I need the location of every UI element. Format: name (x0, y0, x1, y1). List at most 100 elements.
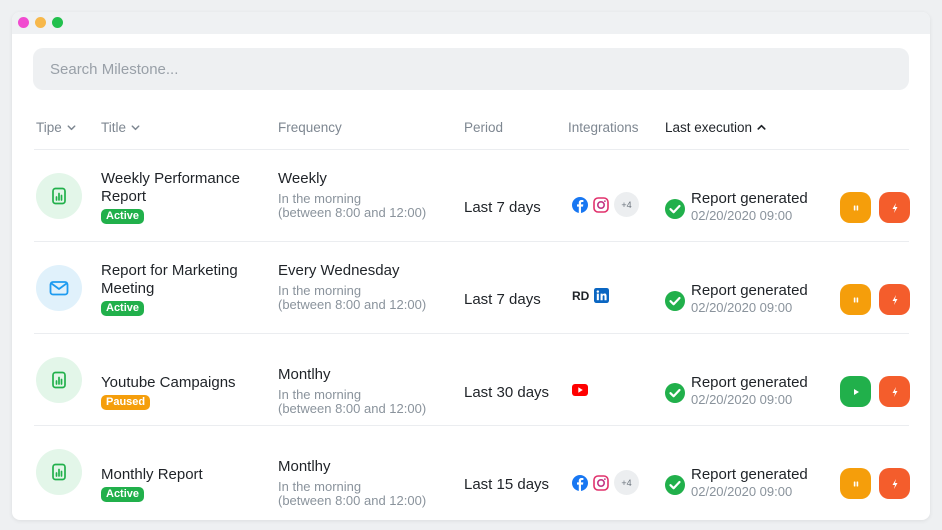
chart-document-icon (52, 463, 66, 481)
chart-document-icon (52, 187, 66, 205)
frequency-detail-line: (between 8:00 and 12:00) (278, 401, 427, 416)
lightning-icon (892, 294, 897, 305)
lightning-icon (892, 478, 897, 489)
col-title[interactable]: Title (101, 120, 141, 135)
pause-button[interactable] (840, 284, 871, 315)
status-badge: Active (101, 209, 145, 224)
frequency-detail: In the morning (between 8:00 and 12:00) (278, 388, 458, 416)
execution-time: 02/20/2020 09:00 (691, 484, 793, 499)
pause-icon (853, 205, 858, 210)
search-input[interactable] (50, 60, 892, 78)
col-last-execution[interactable]: Last execution (665, 120, 767, 135)
period-value: Last 30 days (464, 384, 550, 401)
frequency-value: Weekly (278, 170, 327, 187)
report-type-badge (36, 357, 82, 403)
more-integrations-badge[interactable]: +4 (614, 192, 639, 217)
integrations-list: +4 (572, 470, 639, 495)
report-type-badge (36, 449, 82, 495)
col-integrations[interactable]: Integrations (568, 120, 639, 135)
rd-station-logo: RD (572, 288, 590, 303)
pause-icon (853, 481, 858, 486)
report-title-cell: Weekly Performance Report Active (101, 170, 271, 224)
frequency-detail-line: In the morning (278, 283, 362, 298)
check-circle-icon (665, 383, 685, 403)
table-row[interactable]: Weekly Performance Report Active Weekly … (12, 150, 930, 242)
close-window-dot[interactable] (18, 17, 29, 28)
report-title[interactable]: Weekly Performance Report (101, 170, 271, 206)
facebook-icon (572, 474, 588, 491)
status-badge: Paused (101, 395, 151, 410)
execution-time: 02/20/2020 09:00 (691, 208, 793, 223)
table-row[interactable]: Youtube Campaigns Paused Montlhy In the … (12, 334, 930, 426)
instagram-icon (593, 196, 609, 213)
frequency-detail-line: In the morning (278, 191, 362, 206)
col-title-label: Title (101, 120, 127, 135)
table-row[interactable]: Monthly Report Active Montlhy In the mor… (12, 426, 930, 518)
execution-cell: Report generated 02/20/2020 09:00 (691, 466, 808, 500)
frequency-cell: Montlhy In the morning (between 8:00 and … (278, 458, 458, 508)
minimize-window-dot[interactable] (35, 17, 46, 28)
report-title[interactable]: Report for Marketing Meeting (101, 262, 271, 298)
frequency-cell: Weekly In the morning (between 8:00 and 1… (278, 170, 458, 220)
check-circle-icon (665, 475, 685, 495)
report-title[interactable]: Youtube Campaigns (101, 374, 271, 392)
check-circle-icon (665, 291, 685, 311)
facebook-icon (572, 196, 588, 213)
frequency-value: Montlhy (278, 366, 331, 383)
table-header: Tipe Title Frequency Period Integrations… (12, 120, 930, 140)
maximize-window-dot[interactable] (52, 17, 63, 28)
linkedin-icon (594, 288, 610, 303)
report-type-badge (36, 173, 82, 219)
table-row[interactable]: Report for Marketing Meeting Active Ever… (12, 242, 930, 334)
app-window: Tipe Title Frequency Period Integrations… (12, 12, 930, 520)
execution-status: Report generated (691, 374, 808, 391)
frequency-detail: In the morning (between 8:00 and 12:00) (278, 284, 458, 312)
execution-time: 02/20/2020 09:00 (691, 300, 793, 315)
execution-cell: Report generated 02/20/2020 09:00 (691, 374, 808, 408)
status-badge: Active (101, 301, 145, 316)
period-value: Last 7 days (464, 291, 541, 308)
execution-status: Report generated (691, 466, 808, 483)
execution-time: 02/20/2020 09:00 (691, 392, 793, 407)
report-title-cell: Monthly Report Active (101, 466, 271, 502)
pause-button[interactable] (840, 192, 871, 223)
integrations-list (572, 384, 588, 396)
execution-status: Report generated (691, 282, 808, 299)
run-now-button[interactable] (879, 376, 910, 407)
report-type-badge (36, 265, 82, 311)
run-now-button[interactable] (879, 468, 910, 499)
lightning-icon (892, 386, 897, 397)
search-bar[interactable] (33, 48, 909, 90)
col-frequency[interactable]: Frequency (278, 120, 342, 135)
execution-status: Report generated (691, 190, 808, 207)
frequency-detail-line: In the morning (278, 387, 362, 402)
lightning-icon (892, 202, 897, 213)
frequency-cell: Montlhy In the morning (between 8:00 and … (278, 366, 458, 416)
report-title-cell: Youtube Campaigns Paused (101, 374, 271, 410)
period-value: Last 7 days (464, 199, 541, 216)
col-period[interactable]: Period (464, 120, 503, 135)
report-title-cell: Report for Marketing Meeting Active (101, 262, 271, 316)
frequency-cell: Every Wednesday In the morning (between 8… (278, 262, 458, 312)
play-icon (853, 388, 859, 395)
more-integrations-badge[interactable]: +4 (614, 470, 639, 495)
run-now-button[interactable] (879, 192, 910, 223)
execution-cell: Report generated 02/20/2020 09:00 (691, 190, 808, 224)
frequency-detail-line: (between 8:00 and 12:00) (278, 493, 427, 508)
frequency-detail-line: (between 8:00 and 12:00) (278, 205, 427, 220)
play-button[interactable] (840, 376, 871, 407)
run-now-button[interactable] (879, 284, 910, 315)
pause-button[interactable] (840, 468, 871, 499)
period-value: Last 15 days (464, 476, 550, 493)
pause-icon (853, 297, 858, 302)
integrations-list: +4 (572, 192, 639, 217)
mail-icon (49, 281, 69, 296)
chevron-up-icon (757, 124, 766, 130)
title-bar (12, 12, 930, 34)
chart-document-icon (52, 371, 66, 389)
frequency-detail: In the morning (between 8:00 and 12:00) (278, 480, 458, 508)
col-last-execution-label: Last execution (665, 120, 753, 135)
report-title[interactable]: Monthly Report (101, 466, 271, 484)
frequency-value: Montlhy (278, 458, 331, 475)
col-tipe[interactable]: Tipe (36, 120, 77, 135)
